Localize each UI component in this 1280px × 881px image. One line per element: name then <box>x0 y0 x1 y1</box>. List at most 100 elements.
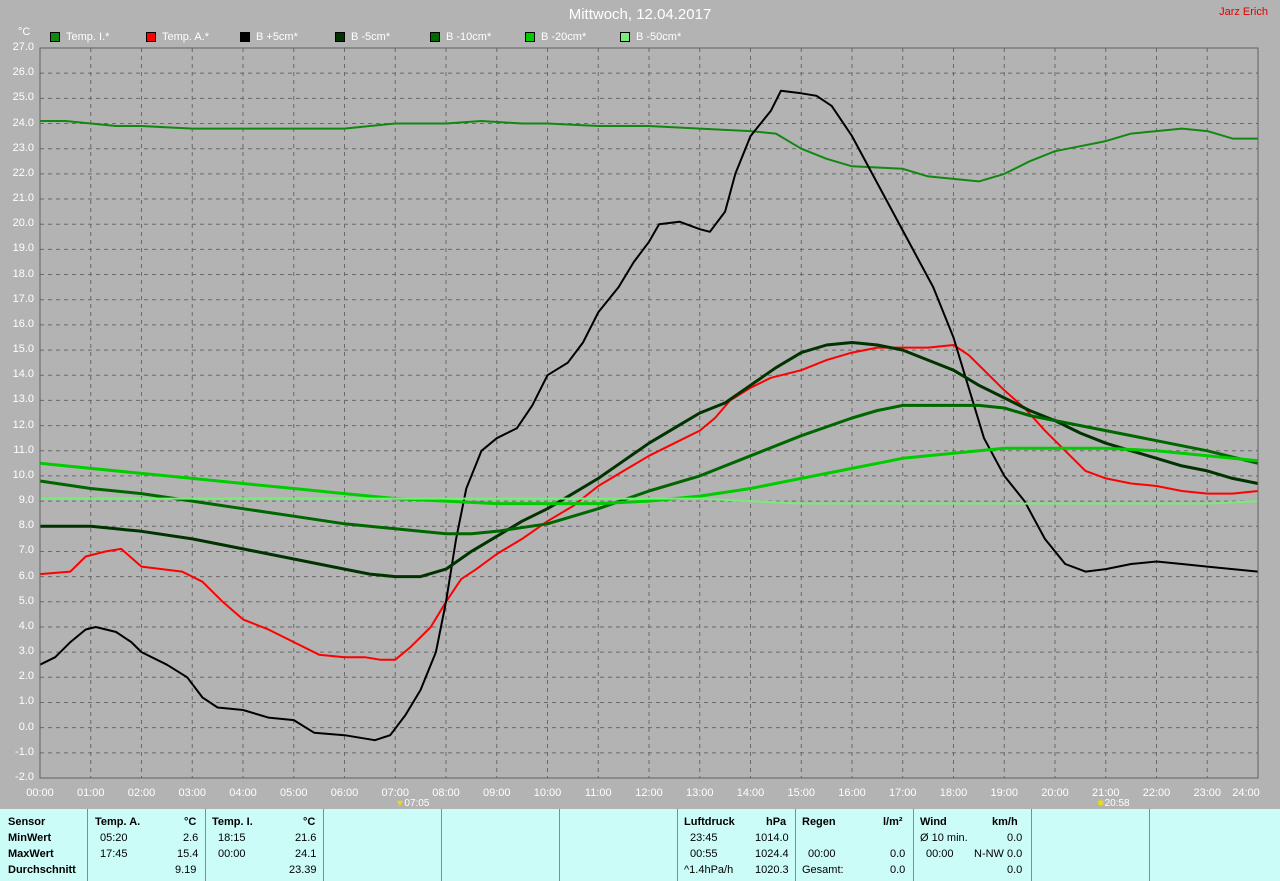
temp-i-unit: °C <box>303 816 316 828</box>
legend-item-b-minus10[interactable]: B -10cm* <box>430 31 491 43</box>
legend-swatch <box>620 32 630 43</box>
luftdruck-trend: ^1.4hPa/h <box>684 864 734 876</box>
column-divider <box>795 809 796 881</box>
y-tick-label: 16.0 <box>12 317 34 330</box>
x-tick-label: 14:00 <box>736 787 765 799</box>
y-unit-label: °C <box>18 26 31 38</box>
legend-label: B -20cm* <box>541 31 587 43</box>
legend-label: B -5cm* <box>351 31 391 43</box>
y-tick-label: 19.0 <box>12 242 34 255</box>
grid-lines <box>40 48 1258 778</box>
y-tick-label: 14.0 <box>12 368 34 381</box>
regen-total-val: 0.0 <box>890 864 906 876</box>
plot-frame <box>39 47 1259 779</box>
sunset-time: 20:58 <box>1104 798 1130 809</box>
wind-min-val: 0.0 <box>1007 832 1023 844</box>
regen-max-time: 00:00 <box>808 848 836 860</box>
y-tick-label: 8.0 <box>18 519 34 532</box>
temp-a-unit: °C <box>184 816 197 828</box>
legend-item-b-minus20[interactable]: B -20cm* <box>525 31 586 43</box>
luftdruck-max-time: 00:55 <box>690 848 718 860</box>
y-tick-label: 17.0 <box>12 292 34 305</box>
y-tick-label: 9.0 <box>18 494 34 507</box>
author-label: Jarz Erich <box>1219 6 1268 18</box>
luftdruck-title: Luftdruck <box>684 816 735 828</box>
column-divider <box>677 809 678 881</box>
wind-min-label: Ø 10 min. <box>920 832 968 844</box>
legend-swatch <box>335 32 345 43</box>
wind-avg-val: 0.0 <box>1007 864 1023 876</box>
column-divider <box>559 809 560 881</box>
y-tick-label: 23.0 <box>12 141 34 154</box>
x-tick-label: 10:00 <box>533 787 562 799</box>
column-divider <box>205 809 206 881</box>
legend-item-temp-i[interactable]: Temp. I.* <box>50 31 109 43</box>
temp-a-avg-val: 9.19 <box>175 864 197 876</box>
y-tick-label: 0.0 <box>18 720 34 733</box>
x-tick-label: 11:00 <box>584 787 612 799</box>
luftdruck-min-val: 1014.0 <box>755 832 789 844</box>
row-durchschnitt: Durchschnitt <box>8 864 76 876</box>
legend-item-temp-a[interactable]: Temp. A.* <box>146 31 209 43</box>
legend-label: Temp. A.* <box>162 31 210 43</box>
temp-i-title: Temp. I. <box>212 816 253 828</box>
y-tick-label: 27.0 <box>12 41 34 53</box>
temp-a-max-time: 17:45 <box>100 848 128 860</box>
wind-max-val: 0.0 <box>1007 848 1023 860</box>
x-tick-label: 06:00 <box>330 787 359 799</box>
row-minwert: MinWert <box>8 832 52 844</box>
wind-max-time: 00:00 <box>926 848 954 860</box>
column-divider <box>1149 809 1150 881</box>
y-tick-label: 2.0 <box>18 670 34 683</box>
column-divider <box>1031 809 1032 881</box>
legend-label: B +5cm* <box>256 31 298 43</box>
legend-label: Temp. I.* <box>66 31 110 43</box>
luftdruck-max-val: 1024.4 <box>755 848 789 860</box>
x-tick-label: 17:00 <box>888 787 917 799</box>
x-tick-label: 12:00 <box>635 787 663 799</box>
y-tick-label: 6.0 <box>18 569 34 582</box>
x-tick-label: 22:00 <box>1142 787 1171 799</box>
x-tick-label: 04:00 <box>229 787 257 799</box>
x-tick-label: 02:00 <box>127 787 156 799</box>
x-tick-label: 23:00 <box>1193 787 1222 799</box>
sunrise-time: 07:05 <box>404 798 430 809</box>
regen-total-label: Gesamt: <box>802 864 844 876</box>
legend-label: B -10cm* <box>446 31 492 43</box>
legend-item-b-plus5[interactable]: B +5cm* <box>240 31 298 43</box>
x-tick-label: 19:00 <box>990 787 1019 799</box>
x-tick-label: 01:00 <box>76 787 105 799</box>
x-tick-label: 20:00 <box>1041 787 1069 799</box>
chart-canvas <box>39 47 1259 779</box>
y-tick-label: 26.0 <box>12 66 34 79</box>
temp-i-min-time: 18:15 <box>218 832 246 844</box>
y-tick-label: 18.0 <box>12 267 34 280</box>
sunset-icon: ✱ <box>1097 798 1105 808</box>
legend-swatch <box>430 32 440 43</box>
row-sensor: Sensor <box>8 816 46 828</box>
temp-i-min-val: 21.6 <box>295 832 317 844</box>
legend-item-b-minus5[interactable]: B -5cm* <box>335 31 390 43</box>
temp-i-avg-val: 23.39 <box>289 864 317 876</box>
row-maxwert: MaxWert <box>8 848 54 860</box>
x-tick-label: 05:00 <box>279 787 308 799</box>
temp-i-max-time: 00:00 <box>218 848 246 860</box>
temp-a-title: Temp. A. <box>95 816 141 828</box>
y-tick-label: -1.0 <box>15 745 34 758</box>
temp-a-max-val: 15.4 <box>177 848 199 860</box>
y-tick-label: 1.0 <box>18 695 34 708</box>
x-tick-label: 18:00 <box>939 787 968 799</box>
x-tick-label: 00:00 <box>26 787 54 799</box>
y-tick-label: 21.0 <box>12 192 34 205</box>
x-tick-label: 09:00 <box>482 787 511 799</box>
legend-item-b-minus50[interactable]: B -50cm* <box>620 31 681 43</box>
x-tick-label: 08:00 <box>432 787 460 799</box>
x-tick-label: 16:00 <box>838 787 866 799</box>
y-tick-label: 7.0 <box>18 544 34 557</box>
legend-swatch <box>240 32 250 43</box>
wind-max-dir: N-NW <box>974 848 1004 860</box>
y-tick-label: 10.0 <box>12 468 34 481</box>
regen-unit: l/m² <box>883 816 903 828</box>
summary-panel: Sensor MinWert MaxWert Durchschnitt Temp… <box>0 809 1280 881</box>
chart-title: Mittwoch, 12.04.2017 <box>568 6 712 23</box>
